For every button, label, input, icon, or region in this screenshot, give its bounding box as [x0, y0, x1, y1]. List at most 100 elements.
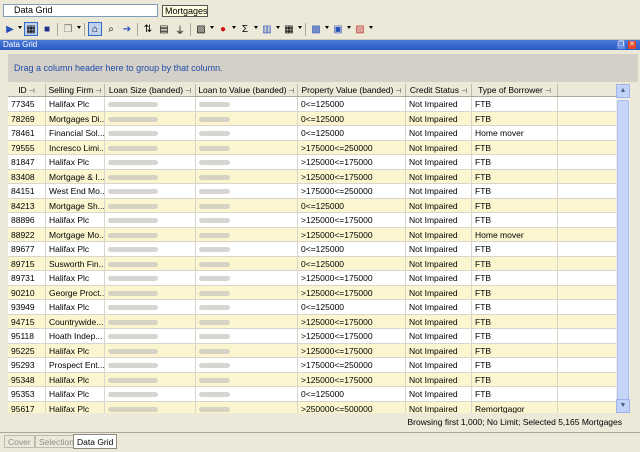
- redacted-cell[interactable]: [105, 198, 196, 213]
- column-header-property-value[interactable]: Property Value (banded) ⊣: [298, 84, 406, 96]
- table-cell-credit[interactable]: Not Impaired: [406, 140, 472, 155]
- table-cell-empty[interactable]: [558, 315, 616, 329]
- scroll-down-icon[interactable]: ▼: [616, 399, 630, 413]
- table-cell-credit[interactable]: Not Impaired: [406, 242, 472, 257]
- table-cell-firm[interactable]: Halifax Plc: [46, 387, 105, 402]
- redacted-cell[interactable]: [105, 111, 196, 126]
- table-cell-id[interactable]: 88896: [8, 213, 46, 228]
- table-cell-credit[interactable]: Not Impaired: [406, 372, 472, 387]
- table-cell-id[interactable]: 83408: [8, 169, 46, 184]
- table-cell-borrower[interactable]: FTB: [472, 242, 558, 257]
- table-cell-property[interactable]: >175000<=250000: [298, 140, 406, 155]
- table-cell-firm[interactable]: Halifax Plc: [46, 155, 105, 170]
- table-cell-empty[interactable]: [558, 228, 616, 242]
- redacted-cell[interactable]: [196, 271, 298, 286]
- table-cell-empty[interactable]: [558, 213, 616, 228]
- sum-icon[interactable]: Σ: [238, 22, 252, 36]
- redacted-cell[interactable]: [196, 169, 298, 184]
- table-cell-credit[interactable]: Not Impaired: [406, 169, 472, 184]
- table-cell-empty[interactable]: [558, 97, 616, 112]
- table-cell-id[interactable]: 90210: [8, 285, 46, 300]
- redacted-cell[interactable]: [105, 387, 196, 402]
- table-cell-firm[interactable]: Halifax Plc: [46, 242, 105, 257]
- redacted-cell[interactable]: [196, 126, 298, 141]
- redacted-cell[interactable]: [196, 184, 298, 199]
- table-cell-empty[interactable]: [558, 126, 616, 141]
- table-cell-id[interactable]: 94715: [8, 314, 46, 329]
- run-icon[interactable]: ▶: [3, 22, 17, 36]
- table-cell-credit[interactable]: Not Impaired: [406, 285, 472, 300]
- table-cell-property[interactable]: >125000<=175000: [298, 227, 406, 242]
- table-cell-borrower[interactable]: FTB: [472, 97, 558, 112]
- scrollbar-thumb[interactable]: [617, 100, 629, 400]
- table-cell-borrower[interactable]: FTB: [472, 213, 558, 228]
- table-cell-id[interactable]: 89731: [8, 271, 46, 286]
- redacted-cell[interactable]: [105, 140, 196, 155]
- table-cell-borrower[interactable]: FTB: [472, 372, 558, 387]
- export-icon[interactable]: ▧: [194, 22, 208, 36]
- table-row[interactable]: 95348 Halifax Plc >125000<=175000 Not Impai…: [8, 372, 616, 387]
- table-cell-credit[interactable]: Not Impaired: [406, 184, 472, 199]
- record-dropdown-arrow[interactable]: [232, 26, 236, 29]
- table-cell-id[interactable]: 88922: [8, 227, 46, 242]
- table-cell-credit[interactable]: Not Impaired: [406, 111, 472, 126]
- tab-cover[interactable]: Cover: [4, 435, 35, 448]
- table-row[interactable]: 83408 Mortgage & I... >125000<=175000 Not I…: [8, 169, 616, 184]
- redacted-cell[interactable]: [196, 256, 298, 271]
- copy-dropdown-arrow[interactable]: [77, 26, 81, 29]
- table-row[interactable]: 95617 Halifax Plc >250000<=500000 Not Impai…: [8, 401, 616, 413]
- table-cell-id[interactable]: 78269: [8, 111, 46, 126]
- redacted-cell[interactable]: [105, 285, 196, 300]
- redacted-cell[interactable]: [196, 358, 298, 373]
- table-cell-firm[interactable]: Mortgage Sh...: [46, 198, 105, 213]
- table-cell-empty[interactable]: [558, 271, 616, 286]
- table-cell-empty[interactable]: [558, 257, 616, 271]
- table-cell-credit[interactable]: Not Impaired: [406, 343, 472, 358]
- table-cell-property[interactable]: >125000<=175000: [298, 155, 406, 170]
- tab-selection[interactable]: Selection: [35, 435, 78, 448]
- redacted-cell[interactable]: [105, 97, 196, 112]
- table-cell-property[interactable]: >125000<=175000: [298, 372, 406, 387]
- table-cell-firm[interactable]: Hoath Indep...: [46, 329, 105, 344]
- table-cell-firm[interactable]: Mortgage Mo...: [46, 227, 105, 242]
- table-cell-id[interactable]: 78461: [8, 126, 46, 141]
- redacted-cell[interactable]: [105, 227, 196, 242]
- sort-icon[interactable]: ⇅: [141, 22, 155, 36]
- table-cell-id[interactable]: 84151: [8, 184, 46, 199]
- table-row[interactable]: 77345 Halifax Plc 0<=125000 Not Impaired FTB: [8, 97, 616, 112]
- table-cell-firm[interactable]: Susworth Fin...: [46, 256, 105, 271]
- redacted-cell[interactable]: [105, 169, 196, 184]
- redacted-cell[interactable]: [105, 343, 196, 358]
- redacted-cell[interactable]: [105, 213, 196, 228]
- redacted-cell[interactable]: [196, 242, 298, 257]
- table-cell-property[interactable]: >125000<=175000: [298, 213, 406, 228]
- table-cell-empty[interactable]: [558, 286, 616, 300]
- find-icon[interactable]: ⌕: [104, 22, 118, 36]
- table-cell-id[interactable]: 95348: [8, 372, 46, 387]
- table-cell-firm[interactable]: Halifax Plc: [46, 271, 105, 286]
- table-cell-id[interactable]: 95353: [8, 387, 46, 402]
- redacted-cell[interactable]: [196, 387, 298, 402]
- table-cell-property[interactable]: 0<=125000: [298, 387, 406, 402]
- table-cell-firm[interactable]: Halifax Plc: [46, 213, 105, 228]
- redacted-cell[interactable]: [105, 155, 196, 170]
- table-cell-id[interactable]: 81847: [8, 155, 46, 170]
- run-dropdown-arrow[interactable]: [18, 26, 22, 29]
- chart-icon[interactable]: ▩: [309, 22, 323, 36]
- table-row[interactable]: 78269 Mortgages Di... 0<=125000 Not Impaire…: [8, 111, 616, 126]
- table-row[interactable]: 95118 Hoath Indep... >125000<=175000 Not Im…: [8, 329, 616, 344]
- table-row[interactable]: 84213 Mortgage Sh... 0<=125000 Not Impaired…: [8, 198, 616, 213]
- print-icon[interactable]: ▨: [353, 22, 367, 36]
- redacted-cell[interactable]: [196, 97, 298, 112]
- redacted-cell[interactable]: [196, 314, 298, 329]
- table-cell-id[interactable]: 95225: [8, 343, 46, 358]
- table-cell-firm[interactable]: Mortgages Di...: [46, 111, 105, 126]
- table-cell-firm[interactable]: Prospect Ent...: [46, 358, 105, 373]
- column-header-type-of-borrower[interactable]: Type of Borrower ⊣: [472, 84, 558, 96]
- layout-dropdown-arrow[interactable]: [298, 26, 302, 29]
- table-cell-property[interactable]: 0<=125000: [298, 256, 406, 271]
- table-cell-firm[interactable]: Countrywide...: [46, 314, 105, 329]
- pin-icon[interactable]: ⊣: [95, 88, 101, 95]
- table-cell-id[interactable]: 95617: [8, 401, 46, 413]
- table-cell-property[interactable]: 0<=125000: [298, 300, 406, 315]
